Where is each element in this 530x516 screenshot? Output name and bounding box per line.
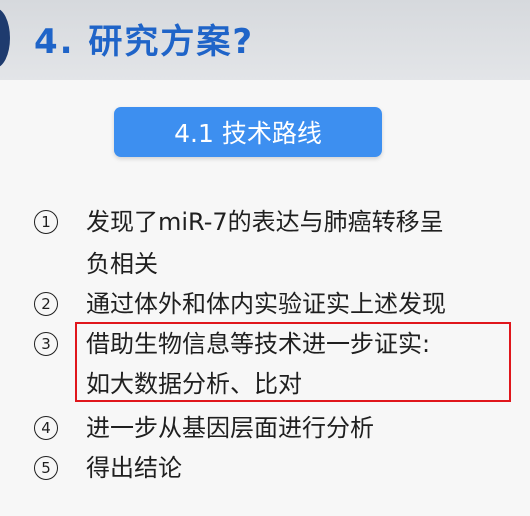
page-title: 4. 研究方案? — [34, 22, 255, 62]
banner-accent-shape — [0, 8, 10, 68]
list-item-3-continuation: 如大数据分析、比对 — [86, 370, 302, 398]
list-item-3: 3 借助生物信息等技术进一步证实: — [34, 326, 430, 362]
list-item-text: 借助生物信息等技术进一步证实: — [86, 330, 431, 358]
list-item-1-continuation: 负相关 — [86, 250, 158, 278]
list-item-text: 发现了miR-7的表达与肺癌转移呈 — [86, 208, 444, 236]
list-item-text: 通过体外和体内实验证实上述发现 — [86, 290, 446, 318]
circled-number: 1 — [34, 210, 58, 234]
circled-number: 2 — [34, 292, 58, 316]
section-subtitle: 4.1 技术路线 — [114, 107, 382, 157]
list-item-4: 4 进一步从基因层面进行分析 — [34, 410, 374, 446]
circled-number: 5 — [34, 456, 58, 480]
list-item-1: 1 发现了miR-7的表达与肺癌转移呈 — [34, 204, 444, 240]
list-item-text: 进一步从基因层面进行分析 — [86, 414, 374, 442]
list-item-2: 2 通过体外和体内实验证实上述发现 — [34, 286, 446, 322]
title-banner: 4. 研究方案? — [0, 0, 530, 80]
circled-number: 4 — [34, 416, 58, 440]
list-item-text: 得出结论 — [86, 454, 182, 482]
list-item-5: 5 得出结论 — [34, 450, 182, 486]
circled-number: 3 — [34, 332, 58, 356]
